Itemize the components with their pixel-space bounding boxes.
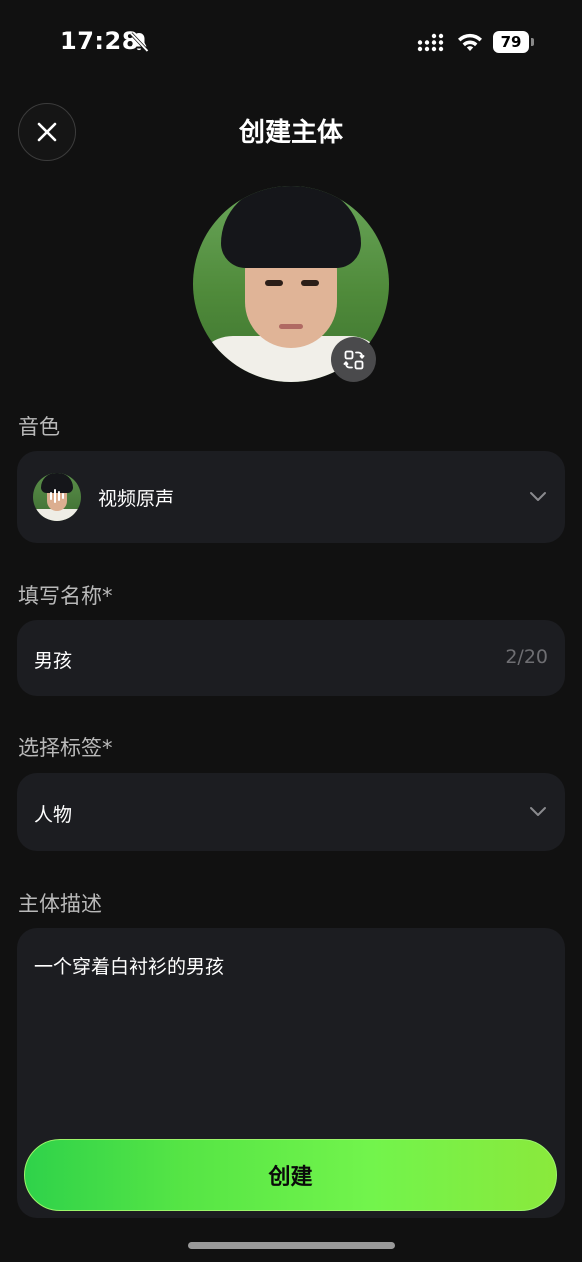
tag-select[interactable]: 人物	[17, 773, 565, 851]
swap-avatar-icon	[343, 350, 364, 369]
voice-thumbnail	[33, 473, 81, 521]
wifi-icon	[458, 33, 482, 51]
name-label: 填写名称*	[18, 584, 113, 608]
name-char-counter: 2/20	[505, 646, 548, 668]
create-button[interactable]: 创建	[24, 1139, 557, 1211]
signal-icon	[417, 33, 444, 52]
chevron-down-icon	[530, 492, 546, 501]
tag-value: 人物	[34, 804, 73, 826]
page-title: 创建主体	[238, 118, 343, 148]
name-input[interactable]: 男孩 2/20	[17, 620, 565, 696]
voice-select[interactable]: 视频原声	[17, 451, 565, 543]
tag-label: 选择标签*	[18, 736, 113, 760]
voice-label: 音色	[18, 415, 60, 439]
home-indicator[interactable]	[188, 1242, 395, 1249]
name-value: 男孩	[34, 650, 73, 672]
battery-icon: 79	[493, 31, 535, 55]
description-label: 主体描述	[18, 892, 102, 916]
description-value: 一个穿着白衬衫的男孩	[34, 956, 225, 978]
voice-value: 视频原声	[98, 488, 175, 510]
chevron-down-icon	[530, 807, 546, 816]
bell-slash-icon	[129, 32, 149, 53]
swap-avatar-button[interactable]	[331, 337, 376, 382]
status-bar: 17:28 79	[0, 0, 582, 86]
battery-level: 79	[493, 31, 529, 53]
